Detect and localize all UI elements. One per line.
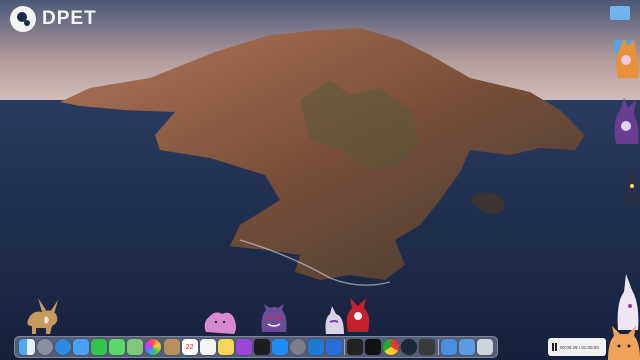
notes-icon[interactable] xyxy=(217,339,234,355)
photos-icon[interactable] xyxy=(145,339,162,355)
activity-monitor-icon[interactable] xyxy=(365,339,382,355)
red-pet[interactable] xyxy=(342,296,374,336)
reminders-icon[interactable] xyxy=(199,339,216,355)
calendar-icon[interactable]: 22 xyxy=(181,339,198,355)
desktop-wallpaper xyxy=(0,0,640,360)
mail-icon[interactable] xyxy=(73,339,90,355)
cat-pet-corner[interactable] xyxy=(606,326,640,360)
eevee-pet[interactable] xyxy=(20,296,64,336)
appstore-icon[interactable] xyxy=(271,339,288,355)
dpet-logo: DPET xyxy=(10,6,97,32)
system-preferences-icon[interactable] xyxy=(289,339,306,355)
dpet-logo-text: DPET xyxy=(42,8,97,29)
vscode-icon[interactable] xyxy=(308,339,325,355)
finder-icon[interactable] xyxy=(19,339,36,355)
chrome-icon[interactable] xyxy=(383,339,400,355)
launchpad-icon[interactable] xyxy=(37,339,54,355)
settings-icon[interactable] xyxy=(419,339,436,355)
pause-icon[interactable] xyxy=(552,343,557,351)
messages-icon[interactable] xyxy=(109,339,126,355)
facetime-icon[interactable] xyxy=(91,339,108,355)
purple-pet-right[interactable] xyxy=(612,98,640,146)
dock-separator xyxy=(344,339,346,355)
gengar-pet[interactable] xyxy=(258,302,290,336)
dock: 22 xyxy=(14,336,498,358)
tv-icon[interactable] xyxy=(253,339,270,355)
dark-pet-right[interactable] xyxy=(622,168,640,208)
maps-icon[interactable] xyxy=(127,339,144,355)
dpet-logo-icon xyxy=(10,6,36,32)
white-pet-right[interactable] xyxy=(616,272,640,332)
terminal-icon[interactable] xyxy=(347,339,364,355)
media-player-mini[interactable]: 00:00:29 / 01:00:00 xyxy=(548,338,606,356)
xcode-icon[interactable] xyxy=(326,339,343,355)
steam-icon[interactable] xyxy=(401,339,418,355)
desktop-folder-icon[interactable] xyxy=(610,6,630,20)
contacts-icon[interactable] xyxy=(163,339,180,355)
orange-pet-top-right[interactable] xyxy=(614,38,640,80)
dock-separator xyxy=(437,339,439,355)
downloads-icon[interactable] xyxy=(458,339,475,355)
ditto-pet[interactable] xyxy=(202,308,238,336)
media-time: 00:00:29 / 01:00:00 xyxy=(560,344,599,350)
folder-icon[interactable] xyxy=(440,339,457,355)
podcasts-icon[interactable] xyxy=(235,339,252,355)
safari-icon[interactable] xyxy=(55,339,72,355)
trash-icon[interactable] xyxy=(476,339,493,355)
